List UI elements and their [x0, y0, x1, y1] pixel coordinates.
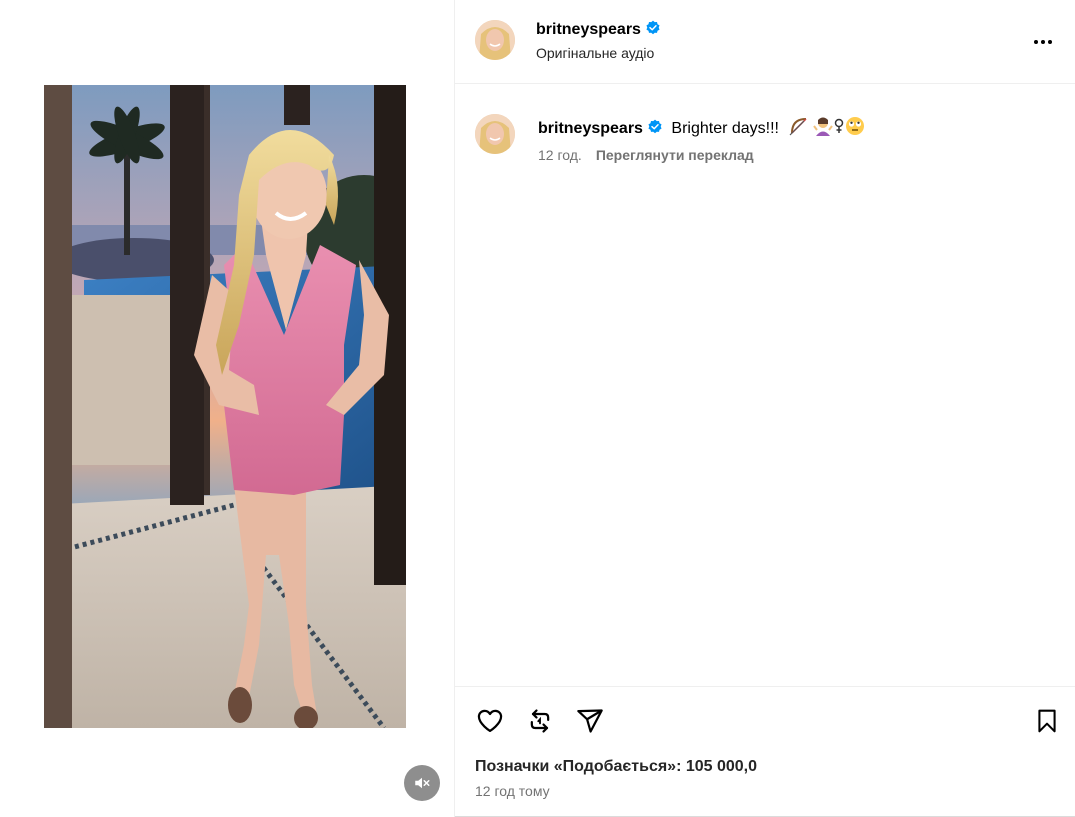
avatar-image: [475, 114, 515, 154]
media-pane: [0, 0, 455, 817]
post-sidebar: britneyspears Оригінальне аудіо britneys…: [455, 0, 1075, 817]
post-actions-area: Позначки «Подобається»: 105 000,0 12 год…: [455, 686, 1075, 817]
caption-text: Brighter days!!!: [671, 120, 779, 137]
muted-speaker-icon: [415, 777, 430, 789]
caption-meta: 12 год. Переглянути переклад: [538, 147, 754, 163]
bookmark-icon: [1038, 709, 1056, 733]
face-with-rolling-eyes-emoji: [846, 117, 865, 135]
repost-button[interactable]: [525, 706, 555, 736]
save-button[interactable]: [1032, 706, 1062, 736]
verified-badge-icon: [646, 20, 660, 35]
share-button[interactable]: [575, 706, 605, 736]
more-dot: [1048, 40, 1052, 44]
author-username-text[interactable]: britneyspears: [536, 21, 641, 38]
send-icon: [577, 709, 603, 733]
post-header: britneyspears Оригінальне аудіо: [455, 0, 1075, 84]
like-button[interactable]: [475, 706, 505, 736]
post-video[interactable]: [44, 85, 406, 728]
bow-and-arrow-emoji: [790, 118, 807, 136]
author-username[interactable]: britneyspears: [536, 20, 661, 39]
heart-icon: [477, 709, 503, 733]
avatar-image: [475, 20, 515, 60]
more-dot: [1034, 40, 1038, 44]
caption-username[interactable]: britneyspears: [538, 120, 643, 137]
caption-emojis: [790, 117, 865, 136]
more-options-button[interactable]: [1031, 30, 1055, 54]
post-timestamp[interactable]: 12 год тому: [475, 783, 550, 799]
verified-badge-icon: [648, 119, 662, 134]
person-shrugging-emoji: [813, 117, 834, 136]
more-dot: [1041, 40, 1045, 44]
caption-line: britneyspears Brighter days!!!: [538, 116, 869, 138]
mute-toggle-button[interactable]: [404, 765, 440, 801]
female-sign-emoji: [835, 118, 844, 133]
likes-count[interactable]: Позначки «Подобається»: 105 000,0: [475, 758, 757, 776]
post-dialog: britneyspears Оригінальне аудіо britneys…: [0, 0, 1075, 817]
audio-label[interactable]: Оригінальне аудіо: [536, 45, 654, 61]
repost-icon: [530, 709, 550, 733]
caption-avatar[interactable]: [475, 114, 515, 154]
author-avatar[interactable]: [475, 20, 515, 60]
caption-age[interactable]: 12 год.: [538, 147, 582, 163]
see-translation-link[interactable]: Переглянути переклад: [596, 147, 754, 163]
video-frame-illustration: [44, 85, 406, 728]
